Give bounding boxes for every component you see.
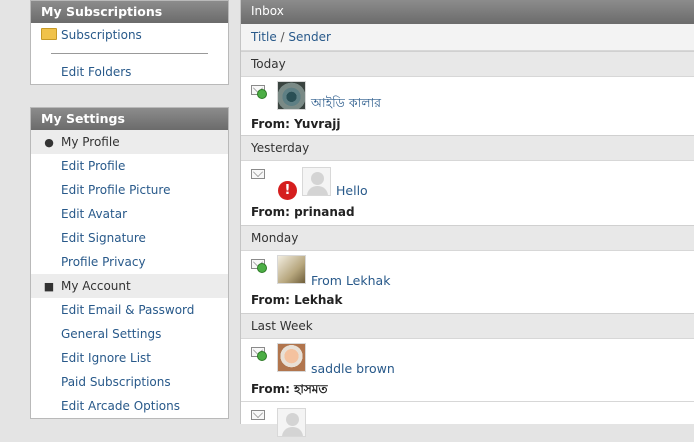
edit-arcade-options-link[interactable]: Edit Arcade Options	[31, 394, 228, 418]
sort-by-sender-link[interactable]: Sender	[288, 30, 331, 44]
new-badge-icon	[257, 263, 267, 273]
group-header-monday: Monday	[241, 225, 694, 251]
subscriptions-block: My Subscriptions Subscriptions Edit Fold…	[30, 0, 229, 85]
avatar[interactable]	[277, 343, 306, 372]
sender-name[interactable]: prinanad	[294, 205, 355, 219]
from-label: From:	[251, 117, 290, 131]
folder-icon	[41, 28, 57, 40]
group-header-yesterday: Yesterday	[241, 135, 694, 161]
profile-privacy-link[interactable]: Profile Privacy	[31, 250, 228, 274]
sort-separator: /	[280, 30, 285, 44]
my-profile-label: My Profile	[61, 135, 120, 149]
subscriptions-divider	[51, 53, 208, 54]
edit-avatar-link[interactable]: Edit Avatar	[31, 202, 228, 226]
subscriptions-title: My Subscriptions	[31, 1, 228, 23]
edit-signature-link[interactable]: Edit Signature	[31, 226, 228, 250]
new-badge-icon	[257, 89, 267, 99]
message-row[interactable]: ! Hello From: prinanad	[241, 161, 694, 225]
message-title-link[interactable]: Hello	[336, 183, 368, 198]
message-row-partial[interactable]	[241, 401, 694, 442]
sender-name[interactable]: Lekhak	[294, 293, 342, 307]
paid-subscriptions-link[interactable]: Paid Subscriptions	[31, 370, 228, 394]
sender-name[interactable]: Yuvrajj	[294, 117, 340, 131]
group-header-last-week: Last Week	[241, 313, 694, 339]
message-row[interactable]: saddle brown From: হাসমত	[241, 339, 694, 401]
edit-profile-picture-link[interactable]: Edit Profile Picture	[31, 178, 228, 202]
group-header-today: Today	[241, 51, 694, 77]
settings-title: My Settings	[31, 108, 228, 130]
message-sender: From: হাসমত	[251, 381, 327, 401]
message-sender: From: prinanad	[251, 205, 355, 219]
message-title-link[interactable]: saddle brown	[311, 361, 395, 376]
edit-folders-link[interactable]: Edit Folders	[31, 60, 228, 84]
from-label: From:	[251, 382, 290, 396]
sort-bar: Title / Sender	[241, 24, 694, 51]
sender-name[interactable]: হাসমত	[294, 382, 327, 396]
lock-icon: ■	[43, 280, 55, 293]
sidebar: My Subscriptions Subscriptions Edit Fold…	[30, 0, 229, 441]
message-row[interactable]: From Lekhak From: Lekhak	[241, 251, 694, 313]
message-title-link[interactable]: From Lekhak	[311, 273, 390, 288]
envelope-icon	[251, 169, 265, 179]
my-profile-section: ● My Profile	[31, 130, 228, 154]
avatar[interactable]	[277, 81, 306, 110]
my-account-label: My Account	[61, 279, 131, 293]
inbox-header: Inbox	[241, 0, 694, 24]
sort-by-title-link[interactable]: Title	[251, 30, 277, 44]
edit-ignore-list-link[interactable]: Edit Ignore List	[31, 346, 228, 370]
from-label: From:	[251, 293, 290, 307]
message-title-link[interactable]: আইডি কালার	[311, 95, 381, 115]
subscriptions-folder-link[interactable]: Subscriptions	[31, 23, 228, 47]
my-account-section: ■ My Account	[31, 274, 228, 298]
edit-email-password-link[interactable]: Edit Email & Password	[31, 298, 228, 322]
general-settings-link[interactable]: General Settings	[31, 322, 228, 346]
edit-profile-link[interactable]: Edit Profile	[31, 154, 228, 178]
inbox-panel: Inbox Title / Sender Today আইডি কালার Fr…	[240, 0, 694, 437]
message-row[interactable]: আইডি কালার From: Yuvrajj	[241, 77, 694, 135]
from-label: From:	[251, 205, 290, 219]
user-icon: ●	[44, 136, 54, 149]
settings-block: My Settings ● My Profile Edit Profile Edi…	[30, 107, 229, 419]
message-sender: From: Yuvrajj	[251, 117, 341, 131]
avatar[interactable]	[277, 408, 306, 437]
alert-icon: !	[278, 181, 297, 200]
message-sender: From: Lekhak	[251, 293, 342, 307]
envelope-icon	[251, 410, 265, 420]
new-badge-icon	[257, 351, 267, 361]
subscriptions-folder-label: Subscriptions	[61, 28, 142, 42]
avatar[interactable]	[277, 255, 306, 284]
avatar[interactable]	[302, 167, 331, 196]
